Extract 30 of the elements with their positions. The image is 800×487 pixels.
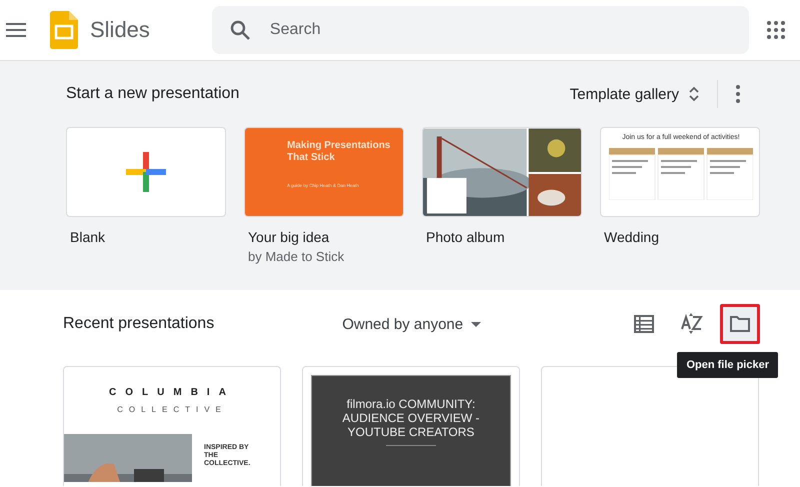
caret-icon: [471, 322, 482, 326]
section-heading: Recent presentations: [63, 315, 214, 333]
app-name: Slides: [90, 17, 150, 43]
template-label: Your big idea: [248, 229, 330, 245]
expand-icon: [689, 86, 699, 102]
presentation-thumbnail[interactable]: filmora.io COMMUNITY: AUDIENCE OVERVIEW - YOUTUBE CREATORS: [302, 366, 520, 486]
plus-icon: [126, 152, 166, 192]
section-heading: Start a new presentation: [66, 85, 240, 103]
list-view-icon: [634, 315, 654, 333]
apps-icon: [767, 21, 785, 39]
slide-title: COLUMBIA: [109, 387, 235, 398]
owner-filter-dropdown[interactable]: Owned by anyone: [342, 316, 482, 332]
search-field[interactable]: Search: [212, 6, 749, 54]
sort-icon: [681, 313, 703, 335]
divider-line-icon: [386, 445, 436, 448]
search-icon: [230, 20, 250, 40]
template-gallery-button[interactable]: Template gallery: [562, 80, 707, 108]
template-label: Blank: [70, 229, 106, 245]
slide-title: Making Presentations That Stick: [287, 140, 392, 163]
apps-button[interactable]: [764, 18, 788, 42]
template-label: Photo album: [426, 229, 506, 245]
folder-icon: [729, 315, 751, 333]
blank-thumbnail[interactable]: [66, 127, 226, 217]
folder-button[interactable]: [720, 304, 760, 344]
tooltip: Open file picker: [677, 352, 778, 378]
slide-subtitle: COLLECTIVE: [117, 404, 227, 414]
template-label: Wedding: [604, 229, 660, 245]
slides-logo-icon: [50, 11, 78, 49]
slide-title: filmora.io COMMUNITY: AUDIENCE OVERVIEW - YOUTUBE CREATORS: [341, 398, 481, 440]
template-author: by Made to Stick: [248, 249, 346, 264]
